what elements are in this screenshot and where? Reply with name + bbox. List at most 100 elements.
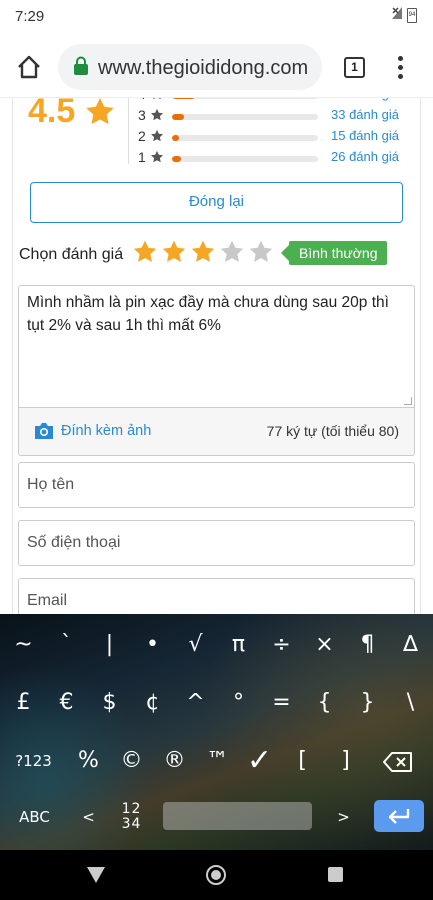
tab-switcher-button[interactable]: 1	[344, 57, 365, 78]
key[interactable]: ¢	[131, 678, 174, 728]
star-icon	[86, 98, 114, 125]
rating-row-stars: 3	[138, 107, 146, 123]
rating-badge: Bình thường	[281, 241, 387, 265]
camera-icon[interactable]	[33, 421, 55, 441]
less-than-key[interactable]: <	[67, 792, 110, 842]
key[interactable]: £	[2, 678, 45, 728]
email-input[interactable]	[19, 579, 414, 614]
key[interactable]: %	[67, 736, 110, 786]
address-bar[interactable]: www.thegioididong.com	[58, 44, 322, 90]
rating-row-stars: 1	[138, 149, 146, 165]
rating-bar	[172, 135, 318, 141]
enter-icon	[388, 809, 410, 824]
battery-icon: 94	[407, 8, 417, 23]
key[interactable]: ✓	[238, 736, 281, 786]
page-content: 4.5 4 39 đánh giá 3 33 đánh giá 2 15 đánh giá…	[0, 98, 433, 614]
star-option-2[interactable]	[161, 239, 187, 265]
rating-bar-fill	[172, 135, 180, 141]
greater-than-key[interactable]: >	[322, 792, 365, 842]
star-option-4[interactable]	[219, 239, 245, 265]
key[interactable]: }	[346, 678, 389, 728]
on-screen-keyboard: ~ ` | • √ π ÷ × ¶ ∆ £ € $ ¢ ^ ° ={} \ ?123% © ® ™ ✓[] ABC < …	[0, 614, 433, 850]
home-button[interactable]	[206, 865, 226, 885]
backspace-key[interactable]	[376, 737, 419, 787]
space-key[interactable]	[163, 802, 312, 830]
attach-photo-link[interactable]: Đính kèm ảnh	[61, 423, 151, 439]
email-field[interactable]	[18, 578, 415, 614]
rating-bar	[172, 114, 318, 120]
rating-row-count[interactable]: 15 đánh giá	[331, 128, 399, 143]
name-field[interactable]	[18, 462, 415, 508]
key[interactable]: [	[281, 736, 324, 786]
rating-row-stars: 4	[138, 98, 146, 102]
lock-icon	[74, 56, 88, 75]
rating-row-count[interactable]: 33 đánh giá	[331, 107, 399, 122]
numpad-key[interactable]: 12 34	[110, 792, 153, 842]
rating-bar-fill	[172, 156, 181, 162]
resize-handle[interactable]	[404, 397, 412, 405]
key[interactable]: ^	[174, 678, 217, 728]
home-icon[interactable]	[16, 54, 42, 80]
key[interactable]: ?123	[12, 736, 55, 786]
key[interactable]: ~	[2, 620, 45, 670]
back-icon[interactable]	[86, 866, 106, 884]
key[interactable]: {	[303, 678, 346, 728]
key[interactable]: ∆	[389, 620, 432, 670]
key[interactable]: °	[217, 678, 260, 728]
divider	[128, 98, 129, 164]
numpad-key-bottom: 34	[121, 816, 142, 832]
average-rating: 4.5	[28, 98, 76, 130]
overflow-menu-icon[interactable]	[392, 54, 408, 80]
recents-button[interactable]	[328, 867, 343, 882]
enter-key[interactable]	[374, 800, 424, 832]
rating-row: 2 15 đánh giá	[138, 127, 408, 147]
no-signal-icon	[392, 7, 402, 19]
key[interactable]: |	[88, 620, 131, 670]
phone-input[interactable]	[19, 521, 414, 565]
key[interactable]: \	[389, 678, 432, 728]
star-option-5[interactable]	[248, 239, 274, 265]
key[interactable]: €	[45, 678, 88, 728]
abc-key[interactable]: ABC	[12, 792, 57, 842]
attach-row: Đính kèm ảnh 77 ký tự (tối thiểu 80)	[18, 407, 415, 456]
star-icon	[150, 129, 164, 142]
key[interactable]: ®	[153, 736, 196, 786]
rating-row-count[interactable]: 26 đánh giá	[331, 149, 399, 164]
url-text: www.thegioididong.com	[98, 57, 309, 79]
rating-bar	[172, 98, 318, 99]
key[interactable]: ™	[196, 736, 239, 786]
close-rating-button[interactable]: Đóng lại	[30, 182, 403, 223]
rating-bar-fill	[172, 98, 196, 99]
star-icon	[150, 150, 164, 163]
key[interactable]: $	[88, 678, 131, 728]
review-textarea[interactable]: Mình nhầm là pin xạc đầy mà chưa dùng sa…	[18, 285, 415, 407]
name-input[interactable]	[19, 463, 414, 507]
choose-rating-label: Chọn đánh giá	[19, 246, 124, 263]
key[interactable]: π	[217, 620, 260, 670]
system-nav-bar	[0, 850, 433, 900]
key[interactable]: √	[174, 620, 217, 670]
key[interactable]: ×	[303, 620, 346, 670]
key[interactable]: ¶	[346, 620, 389, 670]
rating-bar-fill	[172, 114, 184, 120]
star-option-3[interactable]	[190, 239, 216, 265]
phone-field[interactable]	[18, 520, 415, 566]
rating-bar	[172, 156, 318, 162]
star-picker[interactable]	[132, 239, 277, 267]
star-icon	[150, 108, 164, 121]
key[interactable]: ÷	[260, 620, 303, 670]
key[interactable]: •	[131, 620, 174, 670]
numpad-key-top: 12	[121, 801, 142, 817]
key[interactable]: ©	[110, 736, 153, 786]
review-text[interactable]: Mình nhầm là pin xạc đầy mà chưa dùng sa…	[27, 291, 407, 337]
backspace-icon	[382, 752, 412, 772]
rating-row-stars: 2	[138, 128, 146, 144]
star-option-1[interactable]	[132, 239, 158, 265]
rating-row: 3 33 đánh giá	[138, 106, 408, 126]
rating-row: 4 39 đánh giá	[138, 98, 408, 105]
key[interactable]: ]	[324, 736, 367, 786]
rating-row-count[interactable]: 39 đánh giá	[331, 98, 399, 101]
character-count: 77 ký tự (tối thiểu 80)	[266, 423, 399, 439]
key[interactable]: =	[260, 678, 303, 728]
key[interactable]: `	[45, 620, 88, 670]
